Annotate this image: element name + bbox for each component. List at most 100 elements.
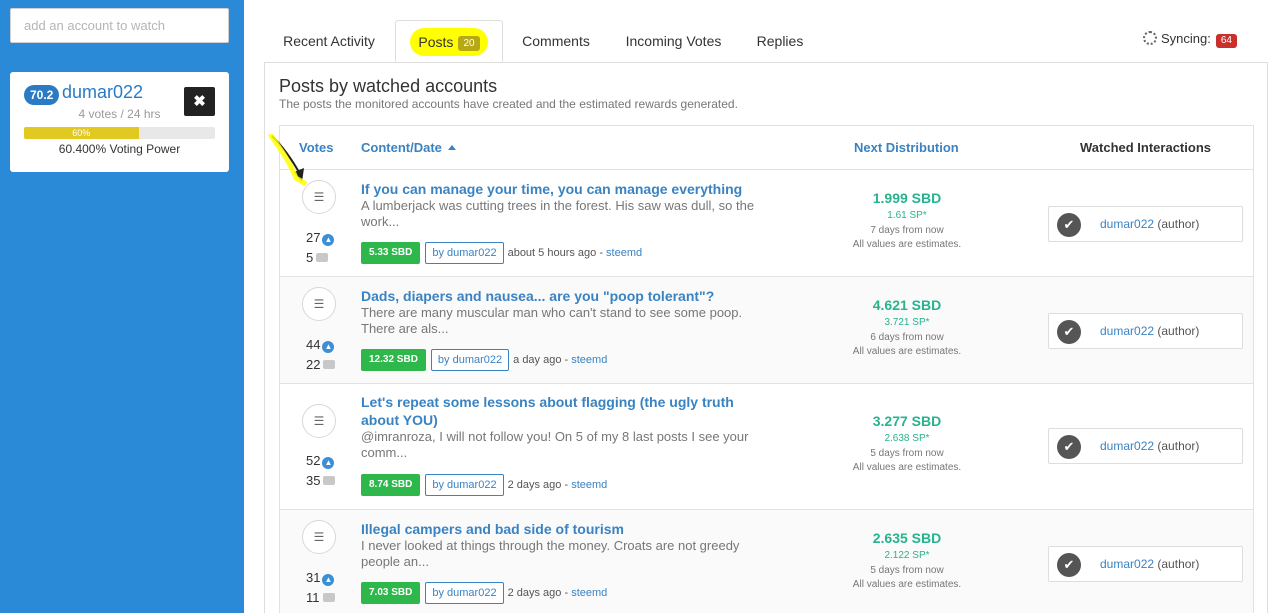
upvote-icon: ▲: [322, 234, 335, 246]
distribution-sp: 2.122 SP*: [884, 550, 930, 561]
distribution-sbd: 3.277 SBD: [872, 413, 942, 429]
sync-status: Syncing: 64: [1143, 31, 1237, 48]
distribution-days: 5 days from now: [870, 448, 944, 459]
vote-count[interactable]: 52 ▲: [306, 453, 340, 469]
table-row: ☰ 52 ▲ 35 Let's repeat some lessons about…: [280, 384, 1253, 510]
steemd-link[interactable]: steemd: [571, 587, 607, 599]
comment-icon: [316, 253, 329, 262]
post-time-value: a day ago: [513, 354, 562, 366]
check-icon: ✔: [1057, 320, 1081, 344]
interaction-account-link[interactable]: dumar022: [1100, 217, 1154, 231]
sync-count-badge: 64: [1215, 34, 1237, 48]
post-excerpt: A lumberjack was cutting trees in the fo…: [361, 198, 755, 229]
post-title-link[interactable]: Let's repeat some lessons about flagging…: [361, 393, 771, 429]
post-time: 2 days ago - steemd: [507, 587, 608, 599]
interaction-item: ✔ dumar022 (author): [1048, 546, 1243, 582]
distribution-sbd: 2.635 SBD: [872, 530, 942, 546]
tab-posts-count: 20: [458, 36, 480, 51]
post-time-value: about 5 hours ago: [507, 247, 597, 259]
post-time-value: 2 days ago: [507, 479, 562, 491]
post-title-link[interactable]: Illegal campers and bad side of tourism: [361, 520, 771, 538]
interaction-role: (author): [1157, 217, 1200, 231]
interaction-account-link[interactable]: dumar022: [1100, 557, 1154, 571]
distribution-cell: 2.635 SBD 2.122 SP* 5 days from now All …: [800, 530, 1014, 590]
next-distribution-column-header[interactable]: Next Distribution: [854, 140, 959, 155]
comment-count[interactable]: 5: [306, 250, 340, 265]
distribution-cell: 1.999 SBD 1.61 SP* 7 days from now All v…: [800, 190, 1014, 250]
steemd-link[interactable]: steemd: [606, 247, 642, 259]
author-button[interactable]: by dumar022: [425, 242, 504, 264]
distribution-sp: 3.721 SP*: [884, 317, 930, 328]
interaction-item: ✔ dumar022 (author): [1048, 206, 1243, 242]
vote-count[interactable]: 27 ▲: [306, 230, 340, 246]
post-excerpt: @imranroza, I will not follow you! On 5 …: [361, 429, 749, 460]
steemd-link[interactable]: steemd: [571, 354, 607, 366]
comment-count-value: 35: [306, 473, 321, 488]
sync-label: Syncing:: [1161, 31, 1211, 46]
author-button[interactable]: by dumar022: [425, 582, 504, 604]
post-time: about 5 hours ago - steemd: [507, 247, 643, 259]
post-list-icon[interactable]: ☰: [302, 287, 336, 321]
interaction-text: dumar022 (author): [1100, 217, 1199, 231]
check-icon: ✔: [1057, 553, 1081, 577]
post-title-link[interactable]: If you can manage your time, you can man…: [361, 180, 771, 198]
distribution-sbd: 4.621 SBD: [872, 297, 942, 313]
upvote-icon: ▲: [322, 574, 335, 586]
payout-badge: 8.74 SBD: [361, 474, 421, 496]
upvote-icon: ▲: [322, 457, 335, 469]
post-excerpt: I never looked at things through the mon…: [361, 538, 740, 569]
posts-table: Votes Content/Date Next Distribution Wat…: [279, 125, 1254, 613]
interaction-text: dumar022 (author): [1100, 324, 1199, 338]
posts-panel: Posts by watched accounts The posts the …: [264, 62, 1268, 613]
tab-replies[interactable]: Replies: [748, 20, 812, 62]
annotation-arrow-icon: [267, 134, 308, 187]
sidebar: 70.2 dumar022 4 votes / 24 hrs ✖ 60% 60.…: [0, 0, 244, 613]
distribution-sp: 1.61 SP*: [887, 210, 927, 221]
post-list-icon[interactable]: ☰: [302, 520, 336, 554]
tab-posts-highlight: Posts 20: [410, 28, 488, 56]
comment-icon: [323, 360, 336, 369]
vote-count[interactable]: 44 ▲: [306, 337, 340, 353]
vote-count[interactable]: 31 ▲: [306, 570, 340, 586]
table-row: ☰ 31 ▲ 11 Illegal campers and bad side of…: [280, 510, 1253, 613]
author-button[interactable]: by dumar022: [430, 349, 510, 371]
interaction-role: (author): [1157, 439, 1200, 453]
comment-icon: [322, 593, 335, 602]
post-list-icon[interactable]: ☰: [302, 404, 336, 438]
tab-posts-label: Posts: [418, 34, 454, 50]
comment-count-value: 5: [306, 250, 314, 265]
post-meta: 12.32 SBD by dumar022 a day ago - steemd: [361, 349, 607, 373]
distribution-sp: 2.638 SP*: [884, 433, 930, 444]
interaction-account-link[interactable]: dumar022: [1100, 324, 1154, 338]
estimate-note: All values are estimates.: [852, 239, 962, 250]
content-date-column-header[interactable]: Content/Date: [361, 140, 456, 155]
spinner-icon: [1143, 31, 1157, 45]
post-title-link[interactable]: Dads, diapers and nausea... are you "poo…: [361, 287, 771, 305]
post-excerpt: There are many muscular man who can't st…: [361, 305, 743, 336]
check-icon: ✔: [1057, 435, 1081, 459]
tab-recent-activity[interactable]: Recent Activity: [270, 20, 388, 62]
post-meta: 7.03 SBD by dumar022 2 days ago - steemd: [361, 582, 607, 606]
author-button[interactable]: by dumar022: [425, 474, 504, 496]
tab-comments[interactable]: Comments: [511, 20, 601, 62]
comment-count[interactable]: 35: [306, 473, 340, 488]
watch-account-input[interactable]: [10, 8, 229, 43]
distribution-cell: 4.621 SBD 3.721 SP* 6 days from now All …: [800, 297, 1014, 357]
comment-count[interactable]: 11: [306, 590, 340, 605]
interaction-account-link[interactable]: dumar022: [1100, 439, 1154, 453]
account-name-link[interactable]: dumar022: [62, 82, 143, 103]
post-time: a day ago - steemd: [513, 354, 608, 366]
interaction-item: ✔ dumar022 (author): [1048, 428, 1243, 464]
interaction-role: (author): [1157, 324, 1200, 338]
steemd-link[interactable]: steemd: [571, 479, 607, 491]
reputation-badge: 70.2: [24, 85, 60, 105]
remove-account-button[interactable]: ✖: [184, 87, 215, 116]
comment-icon: [323, 476, 336, 485]
distribution-days: 5 days from now: [870, 565, 944, 576]
voting-power-bar: 60%: [24, 127, 215, 139]
tab-incoming-votes[interactable]: Incoming Votes: [616, 20, 731, 62]
comment-count[interactable]: 22: [306, 357, 340, 372]
vote-count-value: 31: [306, 570, 321, 585]
tab-posts[interactable]: Posts 20: [395, 20, 503, 62]
table-row: ☰ 44 ▲ 22 Dads, diapers and nausea... are…: [280, 277, 1253, 384]
